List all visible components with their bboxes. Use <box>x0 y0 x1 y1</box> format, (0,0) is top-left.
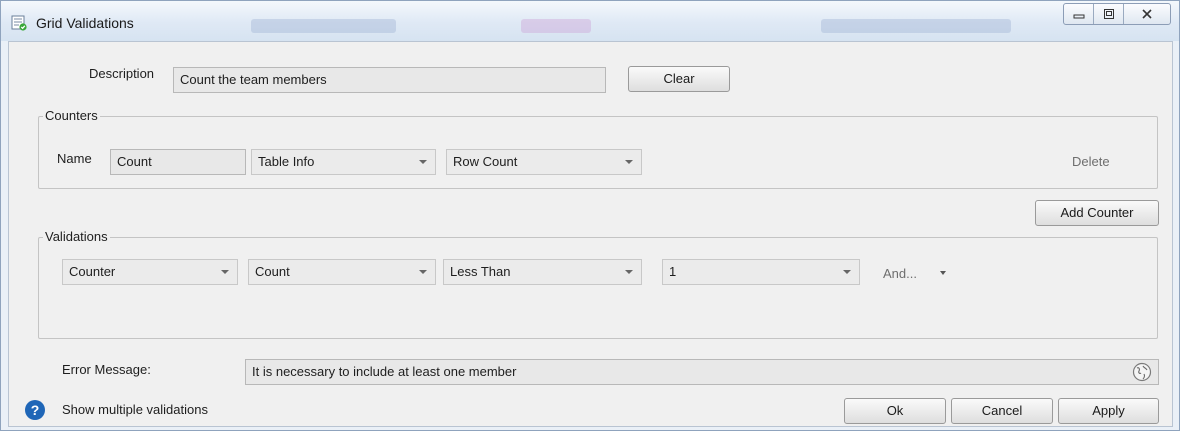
show-multiple-validations-label[interactable]: Show multiple validations <box>62 402 208 417</box>
counter-metric-select[interactable]: Row Count <box>446 149 642 175</box>
validation-operator-select[interactable]: Less Than <box>443 259 642 285</box>
validation-operand-select[interactable]: 1 <box>662 259 860 285</box>
error-message-label: Error Message: <box>62 362 151 377</box>
close-button[interactable] <box>1124 4 1170 24</box>
and-label: And... <box>883 266 917 281</box>
validation-counter-value: Count <box>255 264 290 279</box>
close-icon <box>1142 9 1152 19</box>
maximize-button[interactable] <box>1094 4 1124 24</box>
background-field-blur <box>821 19 1011 33</box>
validation-operand-value: 1 <box>669 264 677 279</box>
background-field-blur <box>521 19 591 33</box>
validation-type-value: Counter <box>69 264 116 279</box>
help-icon[interactable]: ? <box>24 399 46 421</box>
validation-type-select[interactable]: Counter <box>62 259 238 285</box>
svg-text:?: ? <box>31 402 40 418</box>
background-field-blur <box>251 19 396 33</box>
dialog-content: Description Count the team members Clear… <box>8 41 1173 427</box>
apply-button[interactable]: Apply <box>1058 398 1159 424</box>
title-bar[interactable]: Grid Validations <box>1 1 1179 41</box>
chevron-down-icon <box>625 160 633 164</box>
error-message-input[interactable]: It is necessary to include at least one … <box>245 359 1159 385</box>
add-counter-button[interactable]: Add Counter <box>1035 200 1159 226</box>
delete-counter-link[interactable]: Delete <box>1072 154 1110 169</box>
clear-button[interactable]: Clear <box>628 66 730 92</box>
counter-source-value: Table Info <box>258 154 315 169</box>
chevron-down-icon <box>843 270 851 274</box>
grid-validations-app-icon <box>11 15 27 31</box>
cancel-button[interactable]: Cancel <box>951 398 1053 424</box>
counter-source-select[interactable]: Table Info <box>251 149 436 175</box>
chevron-down-icon <box>419 270 427 274</box>
counter-name-label: Name <box>57 151 92 166</box>
validation-operator-value: Less Than <box>450 264 511 279</box>
caption-buttons <box>1063 3 1171 25</box>
chevron-down-icon <box>940 271 946 275</box>
validations-legend: Validations <box>43 229 110 245</box>
chevron-down-icon <box>625 270 633 274</box>
maximize-icon <box>1103 9 1114 19</box>
counters-legend: Counters <box>43 108 100 124</box>
validation-counter-select[interactable]: Count <box>248 259 436 285</box>
validations-group: Validations <box>38 229 1158 339</box>
chevron-down-icon <box>419 160 427 164</box>
description-input[interactable]: Count the team members <box>173 67 606 93</box>
description-label: Description <box>89 66 155 81</box>
ok-button[interactable]: Ok <box>844 398 946 424</box>
counter-metric-value: Row Count <box>453 154 518 169</box>
window-title: Grid Validations <box>36 15 134 31</box>
minimize-button[interactable] <box>1064 4 1094 24</box>
chevron-down-icon <box>221 270 229 274</box>
minimize-icon <box>1073 14 1084 19</box>
and-dropdown[interactable]: And... <box>883 266 963 284</box>
dialog-window: Grid Validations Description Count the t… <box>0 0 1180 431</box>
globe-icon[interactable] <box>1132 362 1152 382</box>
counter-name-input[interactable]: Count <box>110 149 246 175</box>
